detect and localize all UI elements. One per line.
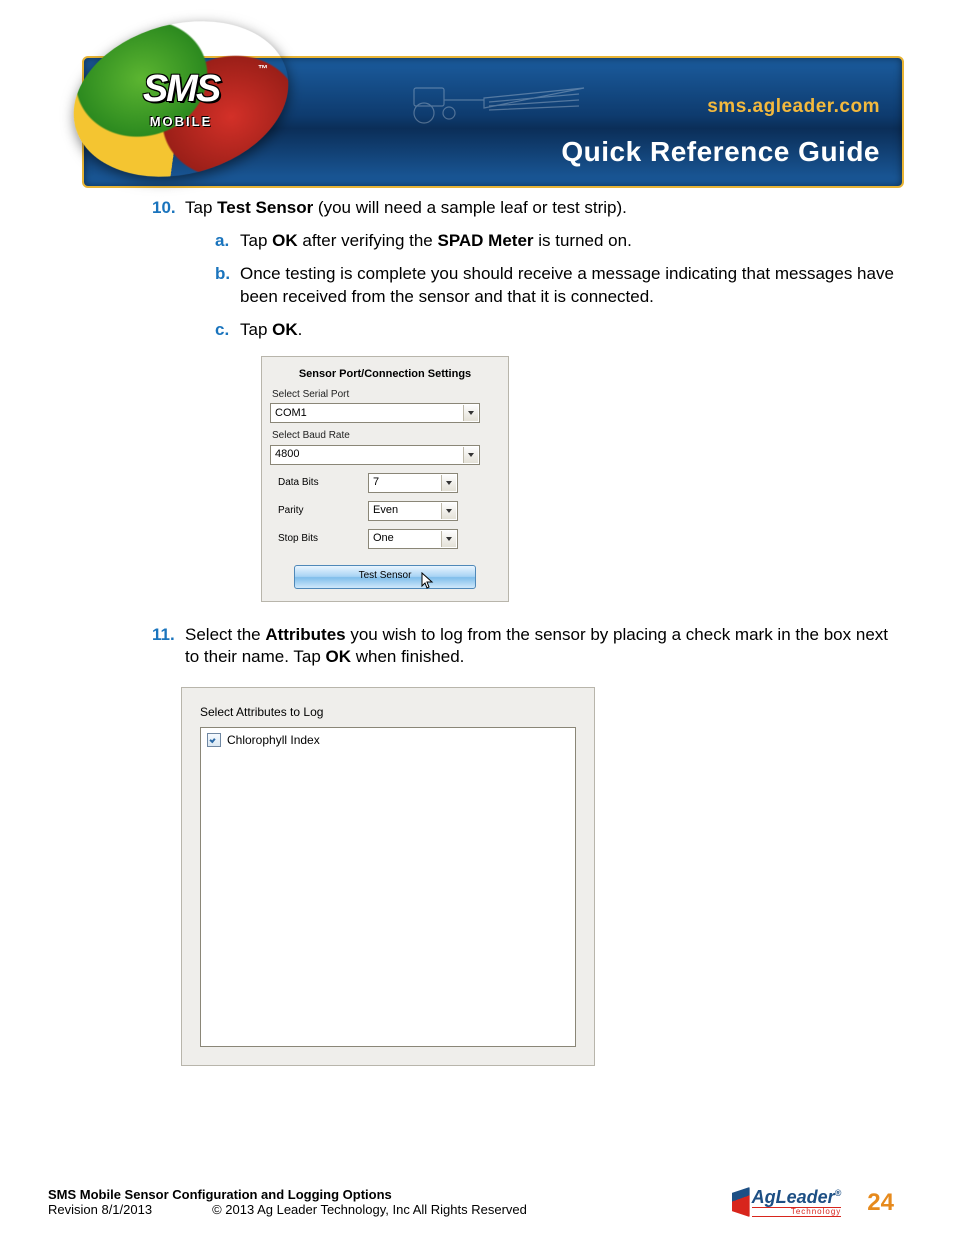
step-10c: Tap OK. [185, 319, 894, 342]
chevron-down-icon [441, 531, 456, 547]
parity-value: Even [373, 503, 398, 518]
text-bold: OK [326, 647, 352, 666]
text: . [298, 320, 303, 339]
serial-port-combo[interactable]: COM1 [270, 403, 480, 423]
footer-revision: Revision 8/1/2013 [48, 1202, 152, 1217]
serial-port-label: Select Serial Port [272, 388, 500, 402]
ag-leader-logo-icon [732, 1187, 750, 1217]
footer-info: SMS Mobile Sensor Configuration and Logg… [48, 1187, 527, 1217]
baud-rate-combo[interactable]: 4800 [270, 445, 480, 465]
footer-title: SMS Mobile Sensor Configuration and Logg… [48, 1187, 527, 1202]
data-bits-value: 7 [373, 475, 379, 490]
text-bold: OK [272, 231, 298, 250]
ag-leader-logo: AgLeader® Technology [732, 1187, 842, 1217]
text: when finished. [351, 647, 464, 666]
stop-bits-value: One [373, 531, 394, 546]
baud-rate-value: 4800 [275, 447, 299, 462]
cursor-icon [421, 572, 435, 590]
content-area: Tap Test Sensor (you will need a sample … [0, 185, 954, 1066]
test-sensor-button[interactable]: Test Sensor [294, 565, 476, 589]
chevron-down-icon [463, 447, 478, 463]
header-url: sms.agleader.com [707, 96, 880, 118]
text: Tap [240, 231, 272, 250]
text: Tap [185, 198, 217, 217]
page-footer: SMS Mobile Sensor Configuration and Logg… [0, 1187, 954, 1217]
data-bits-label: Data Bits [278, 476, 368, 490]
step-11: Select the Attributes you wish to log fr… [60, 624, 894, 1066]
text: (you will need a sample leaf or test str… [313, 198, 627, 217]
chevron-down-icon [441, 475, 456, 491]
logo-leader: Leader [776, 1187, 835, 1207]
logo-ag: Ag [752, 1187, 776, 1207]
chevron-down-icon [463, 405, 478, 421]
step-10b: Once testing is complete you should rece… [185, 263, 894, 309]
footer-copyright: © 2013 Ag Leader Technology, Inc All Rig… [212, 1202, 527, 1217]
text: after verifying the [298, 231, 438, 250]
baud-rate-label: Select Baud Rate [272, 429, 500, 443]
logo-tm: ™ [258, 64, 268, 75]
attributes-title: Select Attributes to Log [200, 704, 576, 720]
parity-label: Parity [278, 504, 368, 518]
harvester-illustration [394, 68, 594, 128]
logo-reg: ® [835, 1188, 842, 1198]
parity-combo[interactable]: Even [368, 501, 458, 521]
text: Select the [185, 625, 265, 644]
attributes-listbox[interactable]: Chlorophyll Index [200, 727, 576, 1047]
text: Once testing is complete you should rece… [240, 264, 894, 306]
text: is turned on. [534, 231, 632, 250]
serial-port-value: COM1 [275, 406, 307, 421]
stop-bits-label: Stop Bits [278, 532, 368, 546]
sms-mobile-logo: SMS ™ MOBILE [86, 24, 276, 174]
dialog-title: Sensor Port/Connection Settings [270, 367, 500, 382]
stop-bits-combo[interactable]: One [368, 529, 458, 549]
text-bold: SPAD Meter [437, 231, 533, 250]
test-sensor-label: Test Sensor [359, 570, 412, 581]
checkbox-checked-icon[interactable] [207, 733, 221, 747]
data-bits-combo[interactable]: 7 [368, 473, 458, 493]
text-bold: OK [272, 320, 298, 339]
page-header: sms.agleader.com Quick Reference Guide S… [0, 0, 954, 185]
logo-technology: Technology [752, 1207, 842, 1217]
step-10a: Tap OK after verifying the SPAD Meter is… [185, 230, 894, 253]
attributes-dialog: Select Attributes to Log Chlorophyll Ind… [181, 687, 595, 1065]
logo-text: SMS [86, 68, 276, 111]
text-bold: Test Sensor [217, 198, 313, 217]
step-10-text: Tap Test Sensor (you will need a sample … [185, 198, 627, 217]
text-bold: Attributes [265, 625, 345, 644]
attribute-label: Chlorophyll Index [227, 732, 320, 748]
step-10: Tap Test Sensor (you will need a sample … [60, 197, 894, 602]
sensor-settings-dialog: Sensor Port/Connection Settings Select S… [261, 356, 509, 602]
text: Tap [240, 320, 272, 339]
page-number: 24 [867, 1189, 894, 1217]
logo-subtext: MOBILE [86, 114, 276, 129]
attribute-item[interactable]: Chlorophyll Index [207, 732, 569, 748]
chevron-down-icon [441, 503, 456, 519]
header-title: Quick Reference Guide [561, 136, 880, 168]
